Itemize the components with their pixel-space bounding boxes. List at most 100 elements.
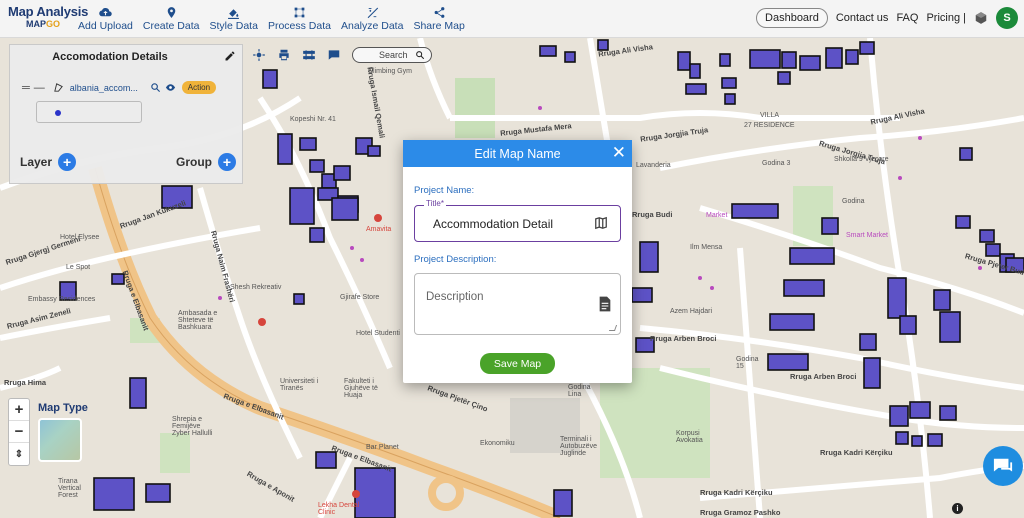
map-label-gramoz-pashko: Rruga Gramoz Pashko xyxy=(700,508,781,517)
right-nav: Dashboard Contact us FAQ Pricing | S xyxy=(756,7,1018,29)
add-upload-label: Add Upload xyxy=(78,20,133,32)
map-toolbar: Search xyxy=(252,47,432,63)
brand-logo[interactable]: Map Analysis MAPGO xyxy=(8,4,88,29)
add-upload-button[interactable]: Add Upload xyxy=(78,6,133,32)
chat-button[interactable] xyxy=(983,446,1023,486)
locate-icon[interactable] xyxy=(252,48,266,62)
cube-icon[interactable] xyxy=(974,11,988,25)
map-label-hotel-elysee: Hotel Elysee xyxy=(60,234,100,241)
map-label-arben-broci: Rruga Arben Broci xyxy=(650,334,717,343)
legend-symbol xyxy=(55,110,61,116)
layer-row[interactable]: ═ — albania_accom... Action xyxy=(22,81,242,94)
map-type-label: Map Type xyxy=(38,402,88,414)
zoom-in-button[interactable]: + xyxy=(9,399,29,421)
resize-handle[interactable] xyxy=(608,325,618,331)
visibility-eye-icon[interactable] xyxy=(165,82,176,93)
description-input[interactable]: Description xyxy=(414,273,621,335)
map-label-ambasada: Ambasada e Shteteve të Bashkuara xyxy=(178,310,218,331)
map-label-residence: 27 RESIDENCE xyxy=(744,122,795,129)
pricing-link[interactable]: Pricing | xyxy=(926,12,966,24)
map-label-godina-3: Godina 3 xyxy=(762,160,791,167)
cloud-upload-icon xyxy=(99,7,112,17)
user-avatar[interactable]: S xyxy=(996,7,1018,29)
share-map-label: Share Map xyxy=(413,20,465,32)
collapse-icon[interactable]: — xyxy=(34,82,45,94)
create-data-button[interactable]: Create Data xyxy=(143,6,200,32)
attribution-info-icon[interactable]: i xyxy=(952,503,963,514)
map-label-hotel-student: Hotel Studenti xyxy=(356,330,400,337)
add-layer-button[interactable]: + xyxy=(58,153,77,171)
map-label-budi: Rruga Budi xyxy=(632,210,673,219)
close-icon[interactable]: ✕ xyxy=(612,144,626,162)
faq-link[interactable]: FAQ xyxy=(896,12,918,24)
zoom-to-layer-icon[interactable] xyxy=(150,82,161,93)
comment-icon[interactable] xyxy=(327,48,341,62)
map-label-shkolla: Shkolla 9 Vjeçare xyxy=(834,156,889,163)
style-data-button[interactable]: Style Data xyxy=(210,6,258,32)
process-data-label: Process Data xyxy=(267,20,331,32)
map-label-kopeshi: Kopeshi Nr. 41 xyxy=(290,116,336,123)
create-data-label: Create Data xyxy=(142,20,200,32)
map-label-vertical: Tirana Vertical Forest xyxy=(58,478,81,499)
layer-name[interactable]: albania_accom... xyxy=(70,83,146,93)
map-label-shrepia: Shrepia e Femijëve Zyber Hallulli xyxy=(172,416,213,437)
map-label-azem-hajdari: Azem Hajdari xyxy=(670,308,713,315)
drag-handle-icon[interactable]: ═ xyxy=(22,82,30,94)
map-label-ilm-mensa: Ilm Mensa xyxy=(690,244,723,251)
add-group-button[interactable]: + xyxy=(218,153,236,171)
map-search-input[interactable]: Search xyxy=(352,47,432,63)
map-title: Accomodation Details xyxy=(52,51,168,63)
project-name-label: Project Name: xyxy=(414,185,475,196)
share-map-button[interactable]: Share Map xyxy=(413,6,465,32)
map-label-kadri-kercku-2: Rruga Kadri Kërçiku xyxy=(700,488,773,497)
top-navbar: Map Analysis MAPGO Add Upload Create Dat… xyxy=(0,0,1024,38)
analyze-data-button[interactable]: Analyze Data xyxy=(341,6,403,32)
dialog-title: Edit Map Name xyxy=(474,146,561,161)
description-placeholder: Description xyxy=(426,291,484,303)
brand-sub-suffix: GO xyxy=(46,19,61,29)
layer-label: Layer xyxy=(20,155,53,169)
map-label-korpusi: Korpusi Avokatia xyxy=(676,430,703,444)
map-label-le-spot: Le Spot xyxy=(66,264,91,271)
polygon-layer-icon xyxy=(54,83,63,92)
edit-pencil-icon[interactable] xyxy=(224,50,236,62)
map-label-embassy: Embassy Residences xyxy=(28,296,96,303)
map-icon xyxy=(595,216,607,230)
save-map-button[interactable]: Save Map xyxy=(480,353,555,374)
chat-bubble-icon xyxy=(993,458,1013,472)
reset-bearing-button[interactable]: ⇕ xyxy=(9,443,29,465)
layer-panel: Accomodation Details ═ — albania_accom..… xyxy=(9,44,243,184)
share-icon xyxy=(434,7,444,18)
add-layer-control: Layer + xyxy=(20,153,77,171)
style-data-label: Style Data xyxy=(209,20,258,32)
search-icon[interactable] xyxy=(415,50,425,60)
document-icon xyxy=(599,296,611,312)
map-label-amavita: Amavita xyxy=(366,226,392,233)
contact-us-link[interactable]: Contact us xyxy=(836,12,889,24)
paint-bucket-icon xyxy=(228,9,240,19)
zoom-out-button[interactable]: − xyxy=(9,421,29,443)
process-polygon-icon xyxy=(294,7,305,18)
print-icon[interactable] xyxy=(277,48,291,62)
title-input-value: Accommodation Detail xyxy=(433,217,554,231)
dashboard-button[interactable]: Dashboard xyxy=(756,8,828,28)
map-label-villa: VILLA xyxy=(760,112,780,119)
group-label: Group xyxy=(176,155,212,169)
map-label-bar-planet: Bar Planet xyxy=(366,444,399,451)
map-label-terminali: Terminali i Autobuzëve Juglinde xyxy=(560,436,597,457)
map-label-smart-market: Smart Market xyxy=(846,232,889,239)
map-label-shesh-rekreativ: Shesh Rekreativ xyxy=(230,284,282,291)
measure-icon[interactable] xyxy=(302,48,316,62)
map-label-lavanderia: Lavanderia xyxy=(636,162,671,169)
map-label-godina-lina: Godina Lina xyxy=(568,384,591,398)
location-pin-icon xyxy=(167,7,175,18)
title-field-legend: Title* xyxy=(424,199,446,208)
map-label-gjirafe: Gjirafe Store xyxy=(340,294,380,301)
map-label-hima: Rruga Hima xyxy=(4,378,47,387)
layer-action-button[interactable]: Action xyxy=(181,81,217,94)
process-data-button[interactable]: Process Data xyxy=(268,6,331,32)
dialog-header: Edit Map Name ✕ xyxy=(403,140,632,167)
map-type-thumbnail[interactable] xyxy=(38,418,82,462)
map-label-arben-broci-2: Rruga Arben Broci xyxy=(790,372,857,381)
title-input[interactable]: Title* Accommodation Detail xyxy=(414,199,621,242)
